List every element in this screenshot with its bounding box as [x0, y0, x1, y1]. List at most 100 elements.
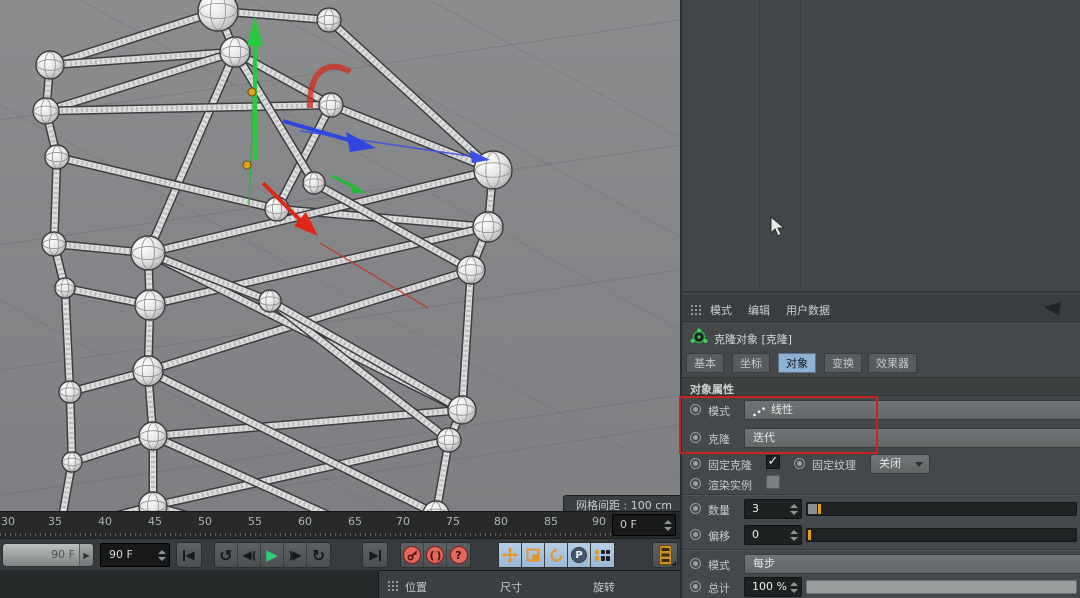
status-bar: 位置 尺寸 旋转: [0, 570, 680, 598]
range-slider-handle[interactable]: ▶: [79, 544, 93, 566]
panel-grip-icon[interactable]: [690, 304, 703, 315]
autokey-button[interactable]: ( ): [424, 543, 447, 567]
param-label: 偏移: [708, 528, 730, 544]
tab-object[interactable]: 对象: [778, 353, 816, 373]
fix-clone-checkbox[interactable]: ✓: [766, 455, 780, 469]
panel-arrow-icon[interactable]: [1043, 300, 1061, 316]
end-frame-field[interactable]: 90 F: [100, 543, 170, 567]
count-input[interactable]: 3: [744, 499, 802, 519]
total-input[interactable]: 100 %: [744, 577, 802, 597]
tab-transform[interactable]: 变换: [824, 353, 862, 373]
object-title-row: 克隆对象 [克隆]: [682, 323, 1080, 351]
goto-end-button[interactable]: ▶: [362, 542, 388, 568]
ruler-tick-label: 80: [494, 515, 508, 528]
record-keyframe-button[interactable]: [401, 543, 424, 567]
param-label: 固定纹理: [812, 457, 856, 473]
mouse-cursor-icon: [770, 216, 786, 238]
stepper-icon[interactable]: [790, 582, 798, 593]
fix-texture-dropdown[interactable]: 关闭: [870, 454, 930, 474]
cloned-wireframe-structure: [33, 0, 512, 511]
ruler-ticks: [0, 533, 612, 536]
param-row-count: 数量 3: [682, 498, 1080, 522]
record-pla-toggle[interactable]: [591, 543, 614, 567]
column-divider: [759, 0, 760, 291]
offset-value: 0: [752, 528, 759, 541]
y-axis-arrow-icon[interactable]: [247, 16, 263, 46]
tab-basic[interactable]: 基本: [686, 353, 724, 373]
column-divider: [800, 0, 801, 291]
slider-handle[interactable]: [808, 504, 817, 514]
ruler-tick-label: 75: [446, 515, 460, 528]
tab-effectors[interactable]: 效果器: [868, 353, 917, 373]
render-instance-checkbox[interactable]: [766, 475, 780, 489]
loop-button[interactable]: ↻: [307, 543, 330, 567]
current-frame-field[interactable]: 0 F: [612, 514, 676, 536]
menu-mode[interactable]: 模式: [710, 302, 732, 318]
record-rotation-toggle[interactable]: [545, 543, 568, 567]
stepper-icon[interactable]: [790, 530, 798, 541]
coord-position-label: 位置: [405, 579, 427, 595]
play-backwards-button[interactable]: ↺: [215, 543, 238, 567]
ruler-tick-label: 70: [396, 515, 410, 528]
record-position-toggle[interactable]: [499, 543, 522, 567]
scale-handle-arrow-icon[interactable]: [350, 182, 366, 193]
playback-group: ↺ ◀( ▶ )▶ ↻: [214, 542, 331, 568]
panel-grip-icon[interactable]: [387, 580, 400, 591]
filmstrip-icon: [659, 545, 672, 565]
attribute-tabs: 基本 坐标 对象 变换 效果器: [682, 352, 1080, 376]
param-row-total: 总计 100 %: [682, 576, 1080, 598]
total-value: 100 %: [752, 580, 787, 593]
count-slider[interactable]: [806, 502, 1077, 516]
keyframe-dot-icon[interactable]: [690, 581, 701, 592]
param-label: 数量: [708, 502, 730, 518]
step-mode-dropdown[interactable]: 每步: [744, 554, 1080, 574]
menu-edit[interactable]: 编辑: [748, 302, 770, 318]
keyframe-mode-button[interactable]: [652, 542, 678, 568]
offset-input[interactable]: 0: [744, 525, 802, 545]
coord-size-label: 尺寸: [500, 579, 522, 595]
param-row-stepmode: 模式 每步: [682, 553, 1080, 577]
stepper-icon[interactable]: [790, 504, 798, 515]
timeline-ruler[interactable]: 30 35 40 45 50 55 60 65 70 75 80 85 90 0…: [0, 511, 680, 538]
fix-texture-value: 关闭: [879, 457, 901, 470]
record-scale-toggle[interactable]: [522, 543, 545, 567]
record-parameter-toggle[interactable]: P: [568, 543, 591, 567]
menu-userdata[interactable]: 用户数据: [786, 302, 830, 318]
ruler-tick-label: 45: [148, 515, 162, 528]
next-key-button[interactable]: )▶: [284, 543, 307, 567]
param-row-offset: 偏移 0: [682, 524, 1080, 548]
section-header: 对象属性: [682, 377, 1080, 396]
chevron-down-icon: [915, 462, 923, 467]
goto-start-button[interactable]: ◀: [176, 542, 202, 568]
step-mode-value: 每步: [753, 557, 775, 570]
stepper-icon[interactable]: [664, 520, 672, 531]
scale-icon: [526, 548, 540, 562]
corner-expand-icon: [671, 561, 676, 566]
tab-coords[interactable]: 坐标: [732, 353, 770, 373]
keyframe-dot-icon[interactable]: [690, 558, 701, 569]
gizmo-handle-dot[interactable]: [248, 88, 256, 96]
ruler-tick-label: 50: [198, 515, 212, 528]
attribute-manager-menubar: 模式 编辑 用户数据: [682, 295, 1080, 322]
previous-key-button[interactable]: ◀(: [238, 543, 261, 567]
timeline-range-slider[interactable]: 90 F ▶: [2, 543, 94, 567]
end-frame-value: 90 F: [109, 548, 133, 561]
viewport-3d[interactable]: 网格间距 : 100 cm: [0, 0, 680, 511]
keyframe-dot-icon[interactable]: [690, 478, 701, 489]
stepper-icon[interactable]: [158, 550, 166, 561]
wireframe-scene: [0, 0, 680, 511]
total-slider[interactable]: [806, 580, 1077, 594]
keyframe-dot-icon[interactable]: [794, 458, 805, 469]
keyframe-dot-icon[interactable]: [690, 529, 701, 540]
param-label: 渲染实例: [708, 477, 752, 493]
keyframe-selection-button[interactable]: ?: [447, 543, 470, 567]
keyframe-dot-icon[interactable]: [690, 458, 701, 469]
ruler-tick-label: 55: [248, 515, 262, 528]
object-manager-panel[interactable]: [682, 0, 1080, 293]
offset-slider[interactable]: [806, 528, 1077, 542]
play-button[interactable]: ▶: [261, 543, 284, 567]
ruler-tick-label: 30: [1, 515, 15, 528]
keyframe-dot-icon[interactable]: [690, 503, 701, 514]
gizmo-handle-dot[interactable]: [243, 161, 251, 169]
object-title: 克隆对象 [克隆]: [714, 331, 792, 347]
